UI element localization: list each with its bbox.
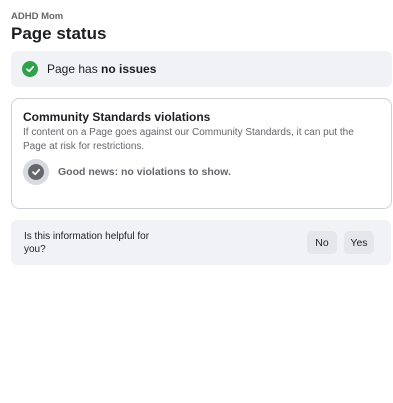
violations-card-title: Community Standards violations <box>23 110 211 124</box>
feedback-question: Is this information helpful for you? <box>24 231 150 255</box>
status-text-emphasis: no issues <box>101 62 157 76</box>
feedback-no-button[interactable]: No <box>307 231 337 254</box>
feedback-yes-button[interactable]: Yes <box>344 231 374 254</box>
status-text-prefix: Page has <box>47 62 102 76</box>
check-circle-icon <box>22 61 38 77</box>
violations-status-row: Good news: no violations to show. <box>23 159 231 185</box>
violations-card-description: If content on a Page goes against our Co… <box>23 127 354 152</box>
status-text: Page has no issues <box>47 62 156 76</box>
page-status-screen: ADHD Mom Page status Page has no issues … <box>0 0 393 403</box>
feedback-panel: Is this information helpful for you? No … <box>11 220 391 265</box>
page-title: Page status <box>11 24 107 43</box>
check-circle-icon <box>23 159 49 185</box>
violations-status-text: Good news: no violations to show. <box>58 166 231 178</box>
page-name-label: ADHD Mom <box>11 11 64 22</box>
status-banner: Page has no issues <box>11 51 392 87</box>
violations-card: Community Standards violations If conten… <box>11 98 392 209</box>
